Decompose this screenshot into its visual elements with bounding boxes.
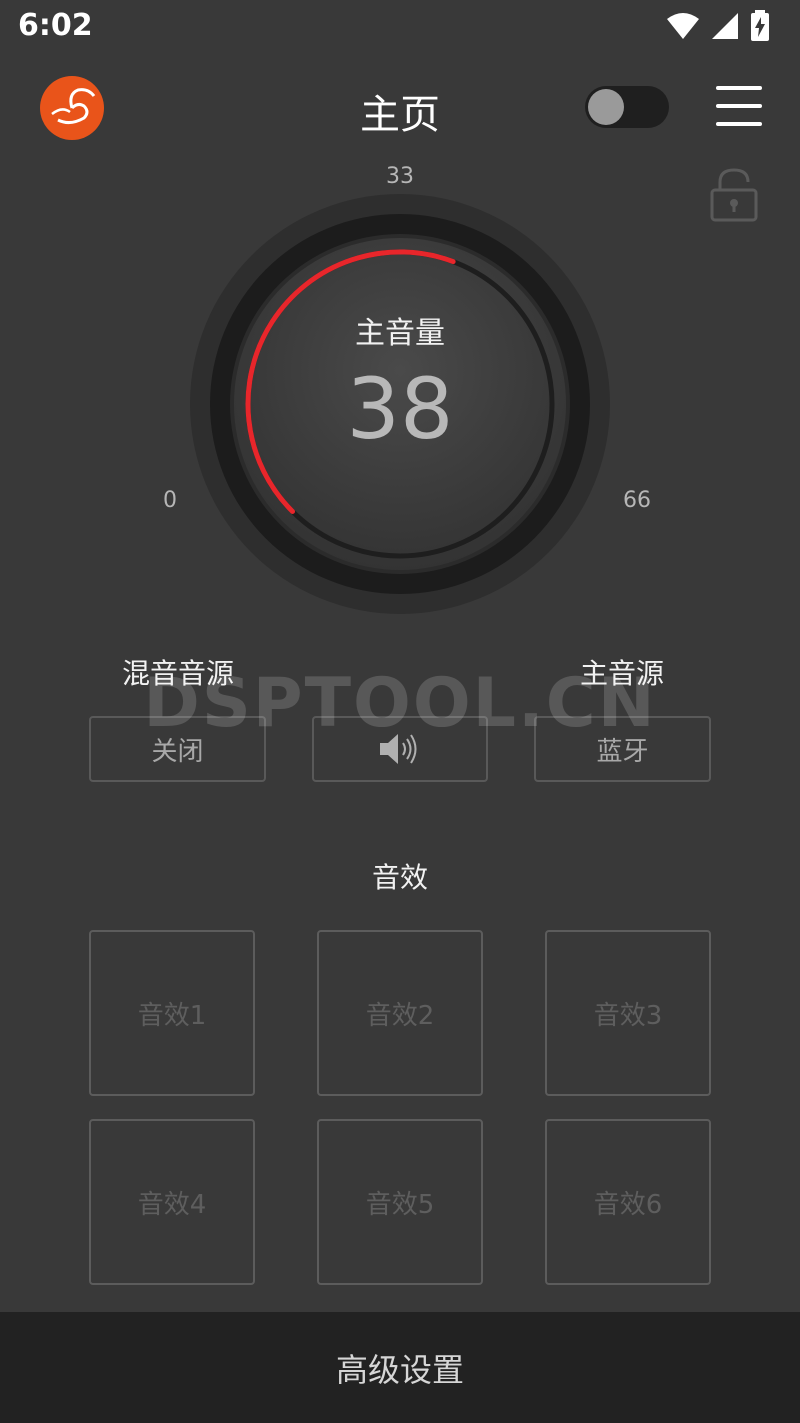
battery-charging-icon [751, 10, 769, 41]
effect-button-5[interactable]: 音效5 [317, 1119, 483, 1285]
watermark: DSPTOOL.CN [143, 664, 657, 743]
effect-button-4[interactable]: 音效4 [89, 1119, 255, 1285]
dial-tick-min: 0 [163, 488, 177, 513]
dial-tick-max: 66 [623, 488, 651, 513]
menu-icon[interactable] [716, 84, 762, 128]
cell-signal-icon [712, 13, 738, 39]
effects-title: 音效 [371, 861, 428, 894]
status-icons [666, 10, 770, 42]
wifi-icon [667, 13, 699, 39]
dial-tick-mid: 33 [386, 164, 414, 189]
advanced-settings-button[interactable]: 高级设置 [0, 1312, 800, 1423]
status-time: 6:02 [18, 8, 93, 43]
page-title: 主页 [360, 92, 440, 138]
effect-button-2[interactable]: 音效2 [317, 930, 483, 1096]
effect-button-1[interactable]: 音效1 [89, 930, 255, 1096]
power-toggle[interactable] [585, 86, 669, 128]
unlock-icon[interactable] [706, 166, 762, 224]
toggle-knob [588, 89, 624, 125]
advanced-settings-label: 高级设置 [335, 1350, 464, 1389]
dial-label: 主音量 [355, 316, 445, 351]
effect-button-3[interactable]: 音效3 [545, 930, 711, 1096]
volume-value: 38 [346, 360, 454, 458]
effect-button-6[interactable]: 音效6 [545, 1119, 711, 1285]
